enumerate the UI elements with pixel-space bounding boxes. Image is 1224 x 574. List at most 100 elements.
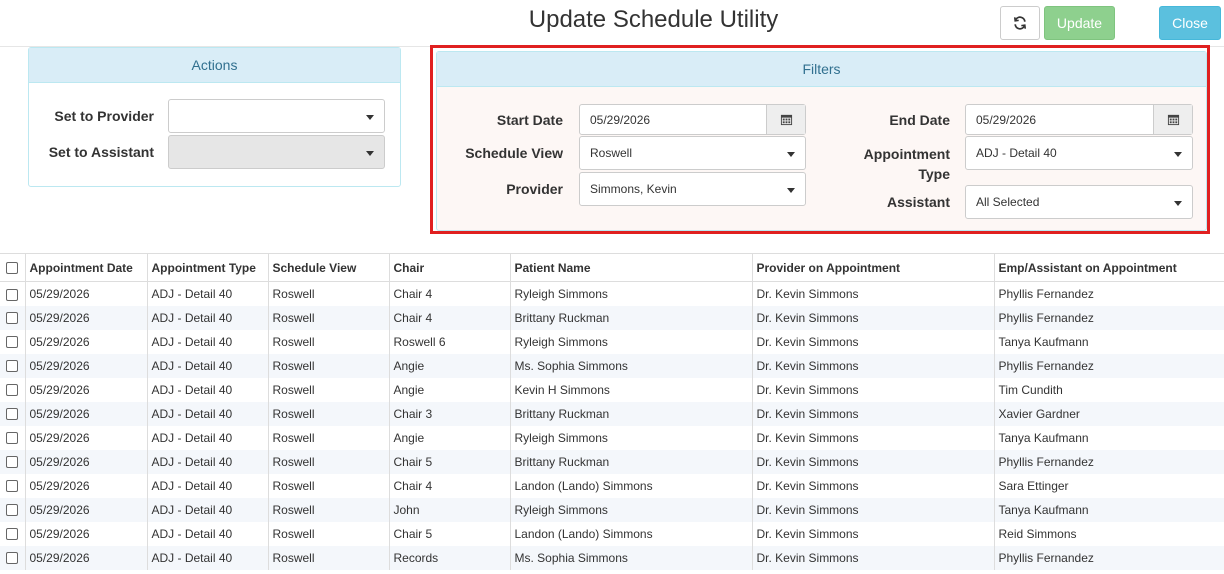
table-cell: Landon (Lando) Simmons (509, 521, 752, 546)
set-assistant-select (168, 135, 385, 169)
table-cell: Dr. Kevin Simmons (751, 473, 994, 498)
row-checkbox[interactable] (6, 552, 18, 565)
table-cell: ADJ - Detail 40 (146, 329, 268, 354)
row-checkbox[interactable] (6, 312, 18, 325)
close-button[interactable]: Close (1159, 6, 1221, 40)
table-cell: Dr. Kevin Simmons (751, 401, 994, 426)
table-row[interactable]: 05/29/2026 ADJ - Detail 40 Roswell Angie Kev… (0, 377, 1224, 402)
filters-panel: Filters Start Date 05/29/2026 Schedule V… (436, 51, 1207, 231)
select-all-checkbox[interactable] (6, 262, 18, 275)
table-row[interactable]: 05/29/2026 ADJ - Detail 40 Roswell Roswell … (0, 329, 1224, 354)
column-header[interactable]: Appointment Type (146, 253, 268, 282)
row-checkbox[interactable] (6, 360, 18, 373)
table-cell: Dr. Kevin Simmons (751, 281, 994, 306)
table-row[interactable]: 05/29/2026 ADJ - Detail 40 Roswell Chair 3B… (0, 401, 1224, 426)
table-cell: Tanya Kaufmann (993, 329, 1224, 354)
table-row[interactable]: 05/29/2026 ADJ - Detail 40 Roswell Chair 5L… (0, 521, 1224, 546)
row-select-cell (0, 282, 25, 306)
start-date-value: 05/29/2026 (590, 112, 651, 127)
table-cell: 05/29/2026 (24, 281, 147, 306)
table-row[interactable]: 05/29/2026 ADJ - Detail 40 Roswell Chair 4B… (0, 305, 1224, 330)
chevron-down-icon (366, 151, 374, 156)
table-cell: Ms. Sophia Simmons (509, 353, 752, 378)
table-cell: ADJ - Detail 40 (146, 281, 268, 306)
schedule-view-select[interactable]: Roswell (579, 136, 806, 170)
table-cell: Reid Simmons (993, 521, 1224, 546)
set-assistant-label: Set to Assistant (48, 144, 154, 160)
end-date-input[interactable]: 05/29/2026 (965, 104, 1193, 135)
table-cell: 05/29/2026 (24, 353, 147, 378)
table-cell: Kevin H Simmons (509, 377, 752, 402)
table-cell: Roswell (267, 425, 389, 450)
appointment-type-label-line1: Appointment (863, 146, 950, 162)
provider-select[interactable]: Simmons, Kevin (579, 172, 806, 206)
table-row[interactable]: 05/29/2026 ADJ - Detail 40 Roswell Chair 4L… (0, 473, 1224, 498)
update-button[interactable]: Update (1044, 6, 1115, 40)
refresh-button[interactable] (1000, 6, 1040, 40)
table-cell: Chair 4 (388, 281, 510, 306)
table-cell: Angie (388, 353, 510, 378)
row-checkbox[interactable] (6, 336, 18, 349)
table-cell: Angie (388, 425, 510, 450)
table-cell: ADJ - Detail 40 (146, 305, 268, 330)
table-cell: Dr. Kevin Simmons (751, 497, 994, 522)
table-row[interactable]: 05/29/2026 ADJ - Detail 40 Roswell Chair 4R… (0, 281, 1224, 306)
table-cell: 05/29/2026 (24, 329, 147, 354)
row-checkbox[interactable] (6, 480, 18, 493)
table-row[interactable]: 05/29/2026 ADJ - Detail 40 Roswell Angie Ms.… (0, 353, 1224, 378)
row-select-cell (0, 305, 25, 330)
column-header[interactable]: Appointment Date (24, 253, 147, 282)
row-checkbox[interactable] (6, 504, 18, 517)
row-checkbox[interactable] (6, 384, 18, 397)
table-cell: Brittany Ruckman (509, 401, 752, 426)
column-header[interactable]: Emp/Assistant on Appointment (993, 253, 1224, 282)
table-cell: 05/29/2026 (24, 449, 147, 474)
row-checkbox[interactable] (6, 456, 18, 469)
table-cell: Roswell (267, 329, 389, 354)
table-cell: Phyllis Fernandez (993, 281, 1224, 306)
start-date-calendar-button[interactable] (766, 105, 805, 134)
table-cell: Tanya Kaufmann (993, 497, 1224, 522)
column-header[interactable]: Patient Name (509, 253, 752, 282)
table-cell: Roswell (267, 521, 389, 546)
table-cell: Dr. Kevin Simmons (751, 305, 994, 330)
table-row[interactable]: 05/29/2026 ADJ - Detail 40 Roswell John Ryle… (0, 497, 1224, 522)
table-cell: Ms. Sophia Simmons (509, 545, 752, 570)
table-row[interactable]: 05/29/2026 ADJ - Detail 40 Roswell Chair 5B… (0, 449, 1224, 474)
row-select-cell (0, 522, 25, 546)
row-select-cell (0, 426, 25, 450)
row-select-cell (0, 353, 25, 378)
calendar-icon (1167, 114, 1179, 126)
start-date-input[interactable]: 05/29/2026 (579, 104, 806, 135)
column-header[interactable]: Chair (388, 253, 510, 282)
column-header[interactable]: Provider on Appointment (751, 253, 994, 282)
row-checkbox[interactable] (6, 408, 18, 421)
set-provider-select[interactable] (168, 99, 385, 133)
table-cell: ADJ - Detail 40 (146, 497, 268, 522)
table-cell: Angie (388, 377, 510, 402)
row-checkbox[interactable] (6, 288, 18, 301)
appointment-type-select[interactable]: ADJ - Detail 40 (965, 136, 1193, 170)
schedule-view-value: Roswell (590, 146, 633, 160)
table-cell: ADJ - Detail 40 (146, 425, 268, 450)
end-date-value: 05/29/2026 (976, 112, 1037, 127)
table-row[interactable]: 05/29/2026 ADJ - Detail 40 Roswell Angie Ryl… (0, 425, 1224, 450)
row-checkbox[interactable] (6, 432, 18, 445)
table-cell: 05/29/2026 (24, 521, 147, 546)
appointments-table: Appointment Date Appointment Type Schedu… (0, 253, 1224, 570)
actions-panel: Actions Set to Provider Set to Assistant (28, 47, 401, 187)
row-checkbox[interactable] (6, 528, 18, 541)
table-cell: 05/29/2026 (24, 545, 147, 570)
refresh-icon (1013, 16, 1027, 30)
table-cell: 05/29/2026 (24, 401, 147, 426)
table-row[interactable]: 05/29/2026 ADJ - Detail 40 Roswell Records M… (0, 545, 1224, 570)
table-cell: Records (388, 545, 510, 570)
table-cell: Dr. Kevin Simmons (751, 353, 994, 378)
schedule-view-label: Schedule View (465, 145, 563, 161)
assistant-select[interactable]: All Selected (965, 185, 1193, 219)
table-cell: 05/29/2026 (24, 473, 147, 498)
provider-value: Simmons, Kevin (590, 182, 677, 196)
start-date-label: Start Date (496, 112, 563, 128)
column-header[interactable]: Schedule View (267, 253, 389, 282)
end-date-calendar-button[interactable] (1153, 105, 1192, 134)
